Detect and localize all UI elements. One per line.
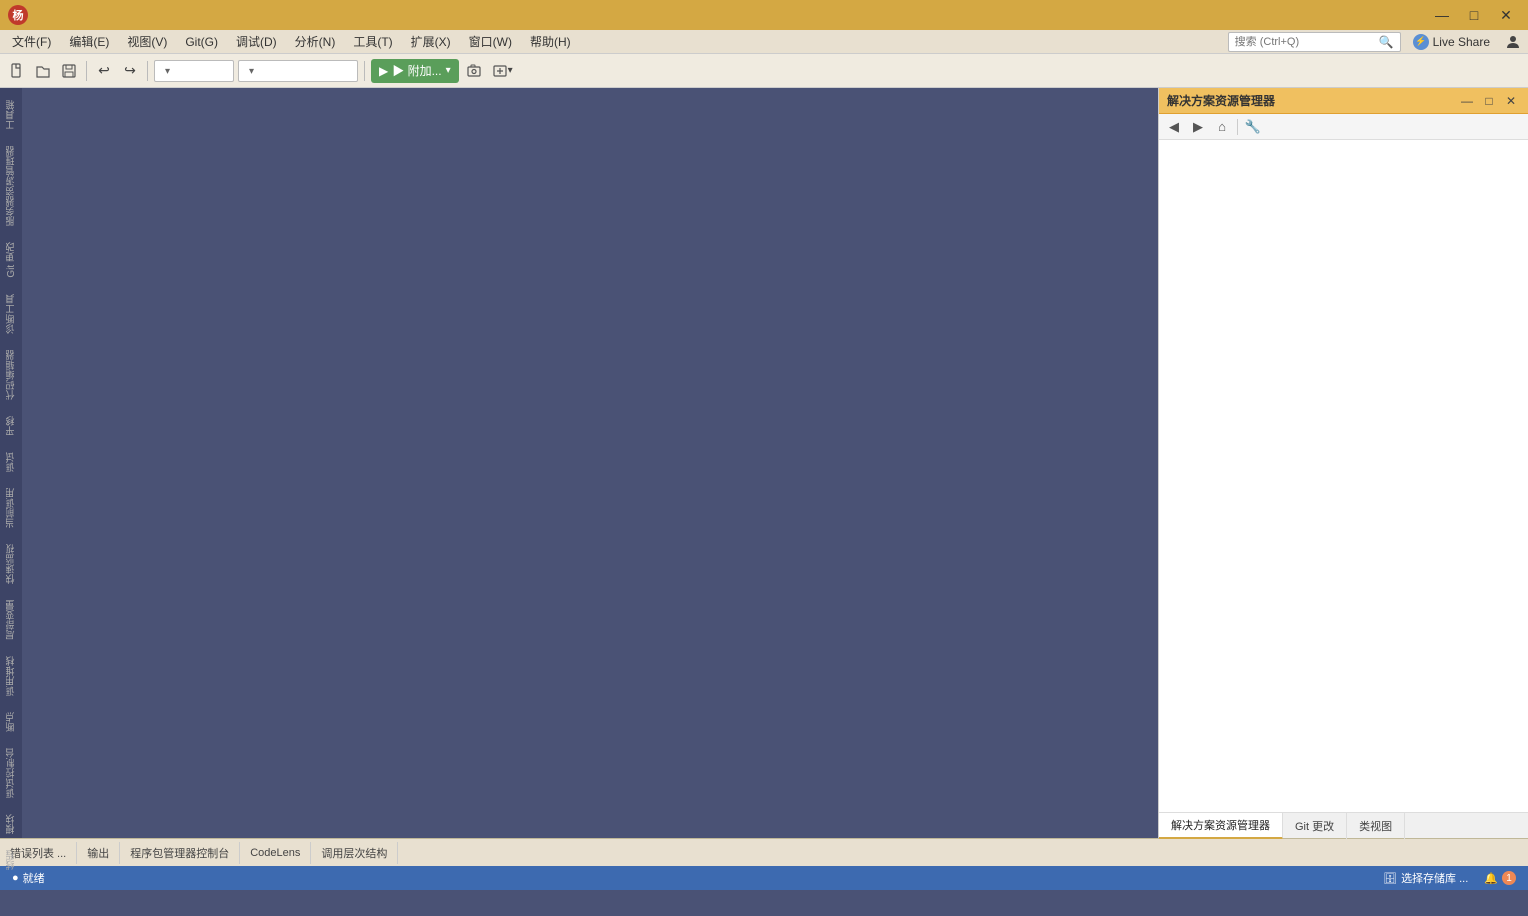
title-bar: 杨 — □ ✕ [0,0,1528,30]
bottom-tab-call-hierarchy[interactable]: 调用层次结构 [311,842,398,864]
toolbar-sep2 [147,61,148,81]
sidebar-tab-quick-watch[interactable]: 快速监视 [0,536,22,592]
live-share-label: Live Share [1433,35,1490,49]
solution-panel-forward[interactable]: ▶ [1187,117,1209,137]
sidebar-tab-debug-console[interactable]: 调试控制台 [0,740,22,806]
editor-area [22,88,1158,838]
sidebar-tab-call-stack[interactable]: 调用堆栈 [0,648,22,704]
solution-panel-toolbar: ◀ ▶ ⌂ 🔧 [1159,114,1528,140]
menu-analyze[interactable]: 分析(N) [287,31,344,53]
sidebar-tab-server-explorer[interactable]: 服务器资源管理器 [0,138,22,234]
menu-git[interactable]: Git(G) [177,31,226,53]
toolbar-capture[interactable] [463,58,485,84]
status-bar-right: 🗄 选择存储库 ... 🔔 1 [1379,867,1520,889]
sidebar-tab-locals[interactable]: 局部变量 [0,592,22,648]
title-bar-controls: — □ ✕ [1428,5,1520,25]
notification-icon: 🔔 [1484,872,1498,885]
bottom-area: 错误列表 ... 输出 程序包管理器控制台 CodeLens 调用层次结构 [0,838,1528,866]
toolbar: ↩ ↪ ▶ ▶ 附加... ▾ ▾ [0,54,1528,88]
close-button[interactable]: ✕ [1492,5,1520,25]
bottom-tab-package-manager[interactable]: 程序包管理器控制台 [120,842,240,864]
bottom-tab-codelens[interactable]: CodeLens [240,842,311,864]
notification-count: 1 [1502,871,1516,885]
menu-bar: 文件(F) 编辑(E) 视图(V) Git(G) 调试(D) 分析(N) 工具(… [0,30,1528,54]
menu-tools[interactable]: 工具(T) [345,31,400,53]
run-label: ▶ 附加... [392,62,441,79]
toolbar-extra[interactable]: ▾ [489,58,516,84]
sidebar-tab-debug[interactable]: 调试 [0,444,22,480]
title-bar-left: 杨 [8,5,28,25]
solution-tab-git-changes[interactable]: Git 更改 [1283,813,1347,839]
toolbar-sep1 [86,61,87,81]
solution-panel-header: 解决方案资源管理器 — □ ✕ [1159,88,1528,114]
main-layout: 工具箱 服务器资源管理器 Git 更改 诊断工具 代码编辑器 平移 调试 当前调… [0,88,1528,838]
search-container: 🔍 [1228,32,1401,52]
run-chevron: ▾ [446,65,451,76]
status-bar: ● 就绪 🗄 选择存储库 ... 🔔 1 [0,866,1528,890]
toolbar-sep3 [364,61,365,81]
dropdown2-chevron [249,65,254,77]
toolbar-dropdown2[interactable] [238,60,358,82]
solution-panel-float[interactable]: □ [1480,92,1498,110]
menu-debug[interactable]: 调试(D) [228,31,285,53]
menu-file[interactable]: 文件(F) [4,31,59,53]
live-share-icon: ⚡ [1413,34,1429,50]
solution-panel-home[interactable]: ⌂ [1211,117,1233,137]
menu-edit[interactable]: 编辑(E) [61,31,117,53]
sidebar-tab-toolbox[interactable]: 工具箱 [0,92,22,138]
bottom-tab-output[interactable]: 输出 [77,842,120,864]
solution-tab-class-view[interactable]: 类视图 [1347,813,1405,839]
sidebar-tab-pan[interactable]: 平移 [0,408,22,444]
toolbar-save[interactable] [58,58,80,84]
solution-panel-controls: — □ ✕ [1458,92,1520,110]
sidebar-tab-modules[interactable]: 模块 [0,806,22,842]
live-share-button[interactable]: ⚡ Live Share [1407,34,1496,50]
solution-panel-title: 解决方案资源管理器 [1167,92,1275,109]
sidebar-tab-code-editor[interactable]: 代码编辑器 [0,342,22,408]
repo-icon: 🗄 [1383,872,1397,885]
run-button[interactable]: ▶ ▶ 附加... ▾ [371,59,459,83]
menu-window[interactable]: 窗口(W) [461,31,520,53]
solution-tab-explorer[interactable]: 解决方案资源管理器 [1159,813,1283,839]
search-icon: 🔍 [1379,35,1394,49]
sidebar-tab-git-changes[interactable]: Git 更改 [0,234,22,286]
toolbar-open[interactable] [32,58,54,84]
solution-panel-content [1159,140,1528,812]
app-logo: 杨 [8,5,28,25]
panel-tool-sep [1237,119,1238,135]
account-icon[interactable] [1502,31,1524,53]
dropdown1-chevron [165,65,170,77]
solution-panel-properties[interactable]: 🔧 [1242,117,1264,137]
status-notifications[interactable]: 🔔 1 [1480,867,1520,889]
solution-bottom-tabs: 解决方案资源管理器 Git 更改 类视图 [1159,812,1528,838]
sidebar-tab-breakpoints[interactable]: 断点 [0,704,22,740]
solution-panel-back[interactable]: ◀ [1163,117,1185,137]
search-input[interactable] [1235,36,1375,48]
toolbar-new[interactable] [6,58,28,84]
sidebar-tab-diagnostics[interactable]: 诊断工具 [0,286,22,342]
solution-explorer-panel: 解决方案资源管理器 — □ ✕ ◀ ▶ ⌂ 🔧 解决方案资源管理器 Git 更改… [1158,88,1528,838]
repo-label: 选择存储库 ... [1401,870,1468,886]
sidebar-tab-current-call[interactable]: 当前调用 [0,480,22,536]
solution-panel-pin[interactable]: — [1458,92,1476,110]
toolbar-undo[interactable]: ↩ [93,58,115,84]
toolbar-dropdown1[interactable] [154,60,234,82]
maximize-button[interactable]: □ [1460,5,1488,25]
sidebar-tab-threads[interactable]: 线程 [0,842,22,878]
menu-help[interactable]: 帮助(H) [522,31,579,53]
status-repo[interactable]: 🗄 选择存储库 ... [1379,867,1472,889]
left-sidebar: 工具箱 服务器资源管理器 Git 更改 诊断工具 代码编辑器 平移 调试 当前调… [0,88,22,838]
menu-view[interactable]: 视图(V) [119,31,175,53]
minimize-button[interactable]: — [1428,5,1456,25]
run-icon: ▶ [379,64,388,78]
status-ready-label: 就绪 [23,870,45,886]
toolbar-redo[interactable]: ↪ [119,58,141,84]
menu-extensions[interactable]: 扩展(X) [403,31,459,53]
solution-panel-close[interactable]: ✕ [1502,92,1520,110]
